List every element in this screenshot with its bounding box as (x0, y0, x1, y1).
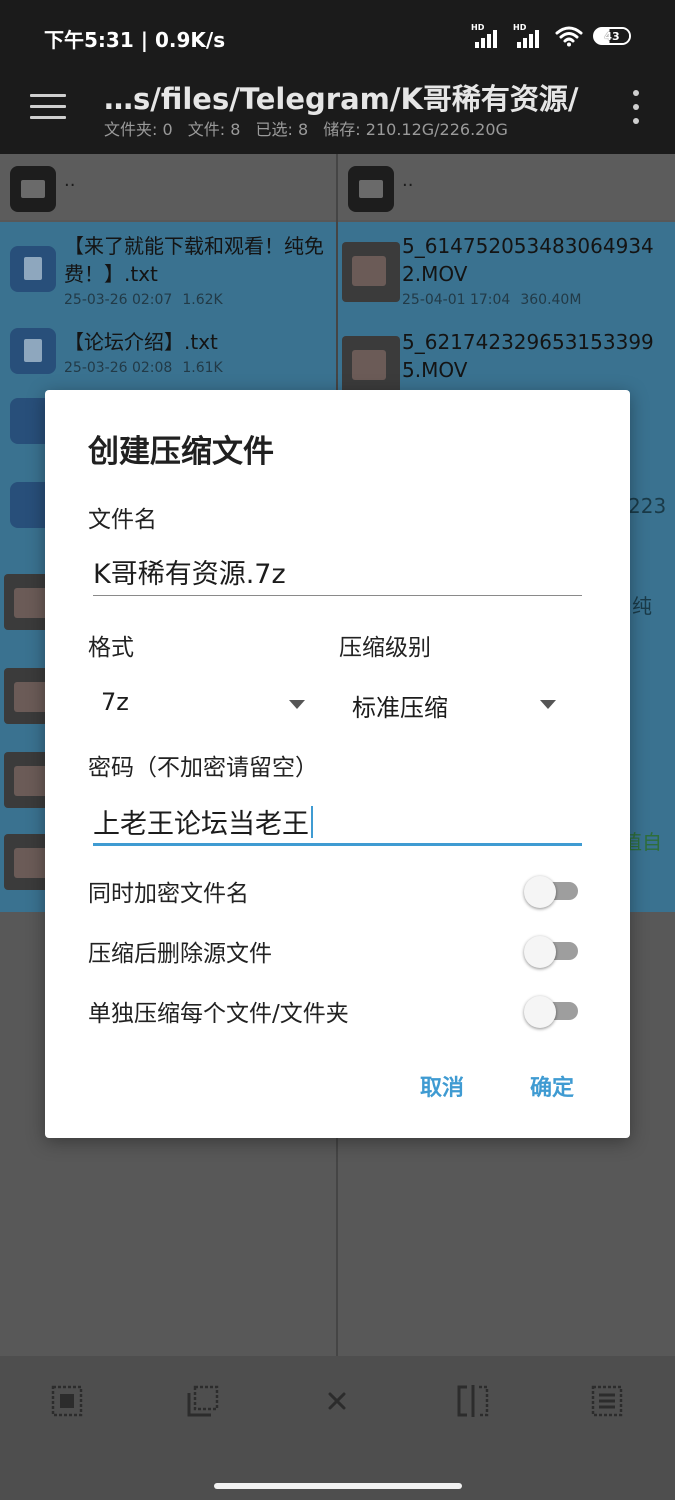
status-icons: HD HD 43 (471, 22, 631, 50)
split-view-icon[interactable] (456, 1384, 490, 1418)
filename-input[interactable]: K哥稀有资源.7z (93, 544, 582, 596)
invert-selection-icon[interactable] (186, 1384, 220, 1418)
folder-count: 文件夹: 0 (104, 120, 173, 139)
file-name: 【来了就能下载和观看！纯免费！】.txt (64, 234, 324, 286)
dropdown-arrow-icon (540, 700, 556, 709)
file-name: 5_6217423296531533995.MOV (402, 330, 654, 382)
compression-level-select[interactable]: 标准压缩 (352, 684, 556, 728)
wifi-icon (555, 26, 583, 47)
menu-icon[interactable] (30, 94, 66, 122)
encrypt-filenames-toggle-row: 同时加密文件名 (88, 870, 578, 910)
delete-source-toggle-row: 压缩后删除源文件 (88, 930, 578, 970)
file-meta: 25-04-01 17:04 360.40M (402, 292, 582, 308)
file-name: 5_6147520534830649342.MOV (402, 234, 654, 286)
text-caret (311, 806, 313, 838)
file-row[interactable]: 【来了就能下载和观看！纯免费！】.txt 25-03-26 02:07 1.62K (0, 222, 336, 312)
close-icon[interactable] (320, 1384, 354, 1418)
storage-usage: 储存: 210.12G/226.20G (323, 120, 508, 139)
confirm-button[interactable]: 确定 (530, 1070, 574, 1102)
file-count: 文件: 8 (187, 120, 241, 139)
video-thumbnail (342, 336, 400, 396)
path-stats: 文件夹: 0 文件: 8 已选: 8 储存: 210.12G/226.20G (104, 116, 518, 140)
signal-icon: HD (471, 24, 503, 48)
file-row[interactable]: 5_6147520534830649342.MOV 25-04-01 17:04… (338, 222, 675, 312)
password-input[interactable]: 上老王论坛当老王 (93, 794, 582, 846)
format-label: 格式 (88, 635, 134, 661)
parent-directory-row[interactable]: .. (0, 154, 336, 220)
folder-icon (348, 166, 394, 212)
file-name: 【论坛介绍】.txt (64, 330, 218, 354)
parent-directory-row[interactable]: .. (338, 154, 675, 220)
file-meta: 25-03-26 02:07 1.62K (64, 292, 223, 308)
status-bar: 下午5:31 | 0.9K/s HD HD 43 (0, 0, 675, 72)
encrypt-filenames-switch[interactable] (524, 876, 578, 908)
video-thumbnail (342, 242, 400, 302)
home-indicator[interactable] (214, 1483, 462, 1489)
dialog-title: 创建压缩文件 (88, 434, 274, 470)
separate-archives-toggle-row: 单独压缩每个文件/文件夹 (88, 990, 578, 1030)
selected-count: 已选: 8 (255, 120, 309, 139)
status-time: 下午5:31 | 0.9K/s (44, 28, 226, 52)
folder-icon (10, 166, 56, 212)
bottom-toolbar (0, 1356, 675, 1500)
password-label: 密码（不加密请留空） (88, 755, 318, 781)
select-all-icon[interactable] (50, 1384, 84, 1418)
format-select[interactable]: 7z (101, 684, 305, 728)
cancel-button[interactable]: 取消 (420, 1070, 464, 1102)
truncated-text: 223 (628, 494, 667, 518)
delete-source-switch[interactable] (524, 936, 578, 968)
text-file-icon (10, 328, 56, 374)
filename-label: 文件名 (88, 507, 157, 533)
compression-level-label: 压缩级别 (339, 635, 431, 661)
text-file-icon (10, 246, 56, 292)
list-select-icon[interactable] (590, 1384, 624, 1418)
app-bar: …s/files/Telegram/K哥稀有资源/ 文件夹: 0 文件: 8 已… (0, 72, 675, 154)
truncated-text: 纯 (632, 594, 652, 618)
separate-archives-switch[interactable] (524, 996, 578, 1028)
more-options-icon[interactable] (631, 90, 641, 124)
dropdown-arrow-icon (289, 700, 305, 709)
signal-icon: HD (513, 24, 545, 48)
path-title: …s/files/Telegram/K哥稀有资源/ (104, 82, 579, 116)
create-archive-dialog: 创建压缩文件 文件名 K哥稀有资源.7z 格式 压缩级别 7z 标准压缩 密码（… (45, 390, 630, 1138)
file-meta: 25-03-26 02:08 1.61K (64, 360, 223, 376)
battery-icon: 43 (593, 27, 631, 45)
